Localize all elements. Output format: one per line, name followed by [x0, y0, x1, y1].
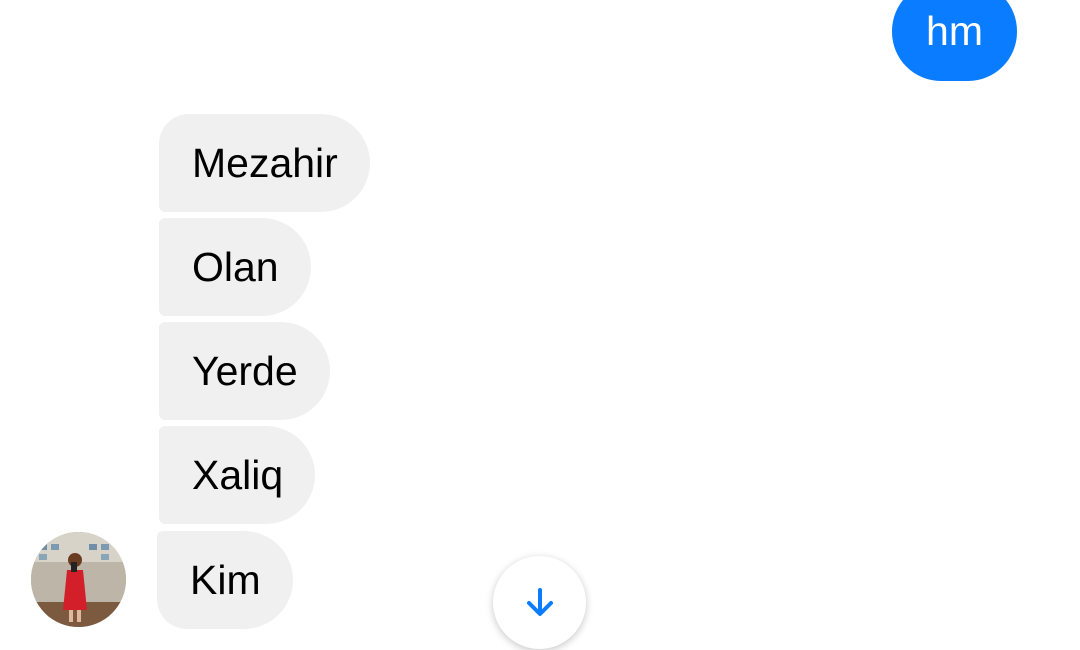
avatar-photo [31, 532, 126, 627]
chat-thread: hm Mezahir Olan Yerde Xaliq Kim [0, 0, 1080, 650]
scroll-to-bottom-button[interactable] [493, 556, 586, 649]
avatar[interactable] [31, 532, 126, 627]
incoming-message[interactable]: Mezahir [159, 114, 370, 212]
incoming-message[interactable]: Yerde [159, 322, 330, 420]
incoming-message[interactable]: Olan [159, 218, 311, 316]
incoming-message[interactable]: Kim [157, 531, 293, 629]
outgoing-message[interactable]: hm [892, 0, 1017, 81]
incoming-message[interactable]: Xaliq [159, 426, 316, 524]
arrow-down-icon [526, 587, 553, 616]
